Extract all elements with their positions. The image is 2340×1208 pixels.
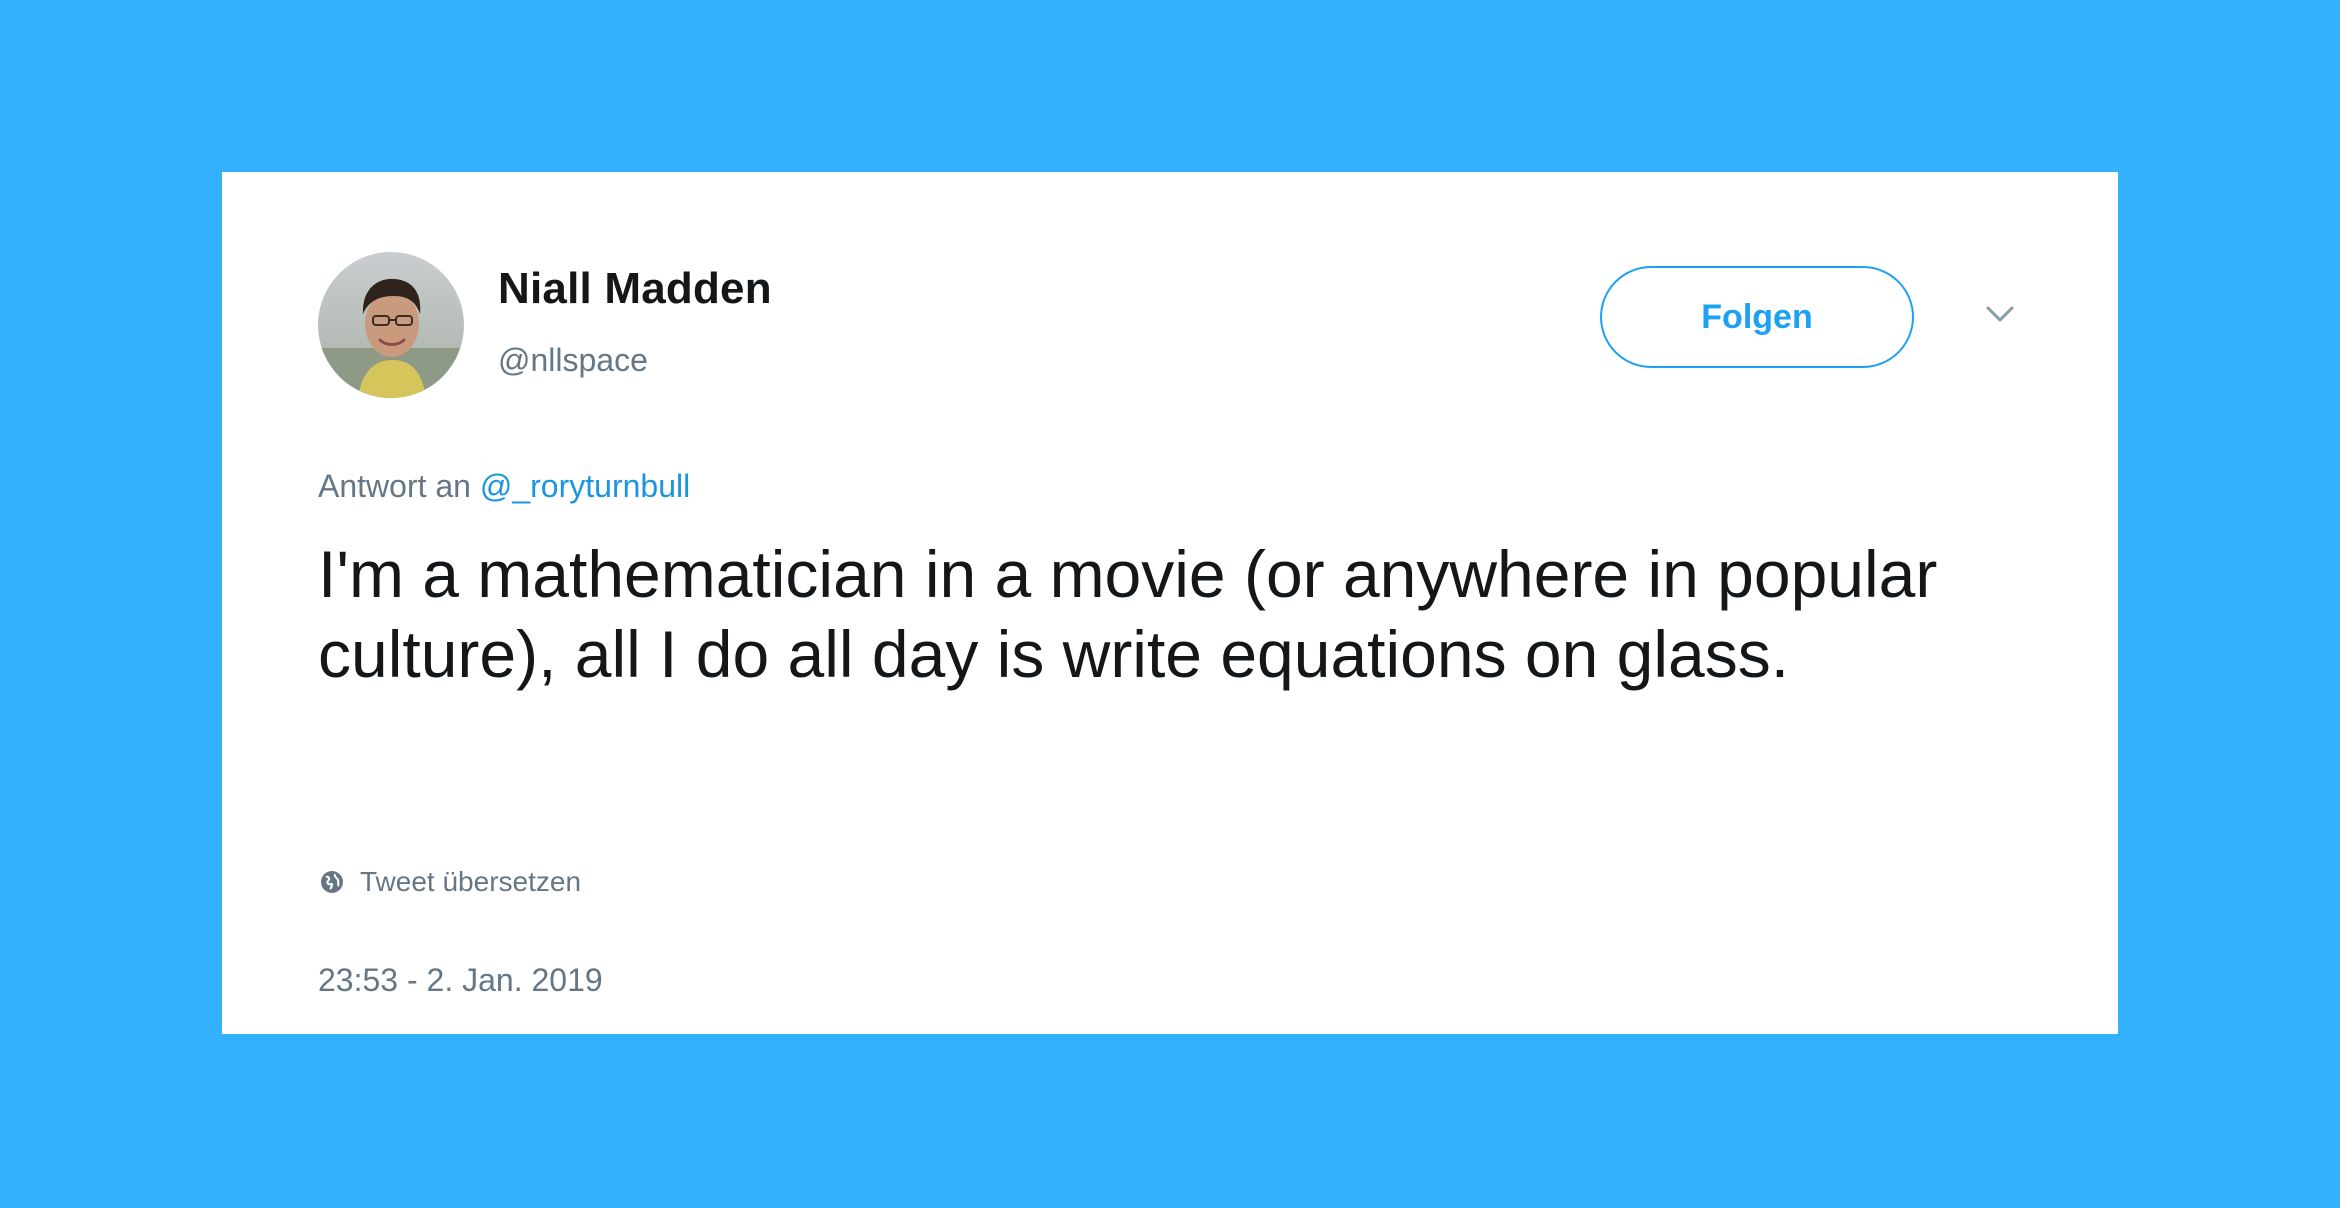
tweet-text: I'm a mathematician in a movie (or anywh… bbox=[318, 537, 1938, 691]
profile-photo bbox=[318, 252, 464, 398]
translate-tweet-link[interactable]: Tweet übersetzen bbox=[318, 866, 581, 898]
user-handle[interactable]: @nllspace bbox=[498, 342, 648, 379]
tweet-card: Niall Madden @nllspace Folgen Antwort an… bbox=[222, 172, 2118, 1034]
reply-context: Antwort an @_roryturnbull bbox=[318, 468, 690, 505]
reply-mention-link[interactable]: @_roryturnbull bbox=[480, 468, 690, 504]
display-name[interactable]: Niall Madden bbox=[498, 264, 772, 314]
avatar[interactable] bbox=[318, 252, 464, 398]
tweet-timestamp[interactable]: 23:53 - 2. Jan. 2019 bbox=[318, 962, 603, 999]
chevron-down-icon[interactable] bbox=[1978, 300, 2022, 328]
follow-button[interactable]: Folgen bbox=[1600, 266, 1914, 368]
reply-prefix: Antwort an bbox=[318, 468, 471, 504]
globe-icon bbox=[318, 868, 346, 896]
translate-label: Tweet übersetzen bbox=[360, 866, 582, 897]
